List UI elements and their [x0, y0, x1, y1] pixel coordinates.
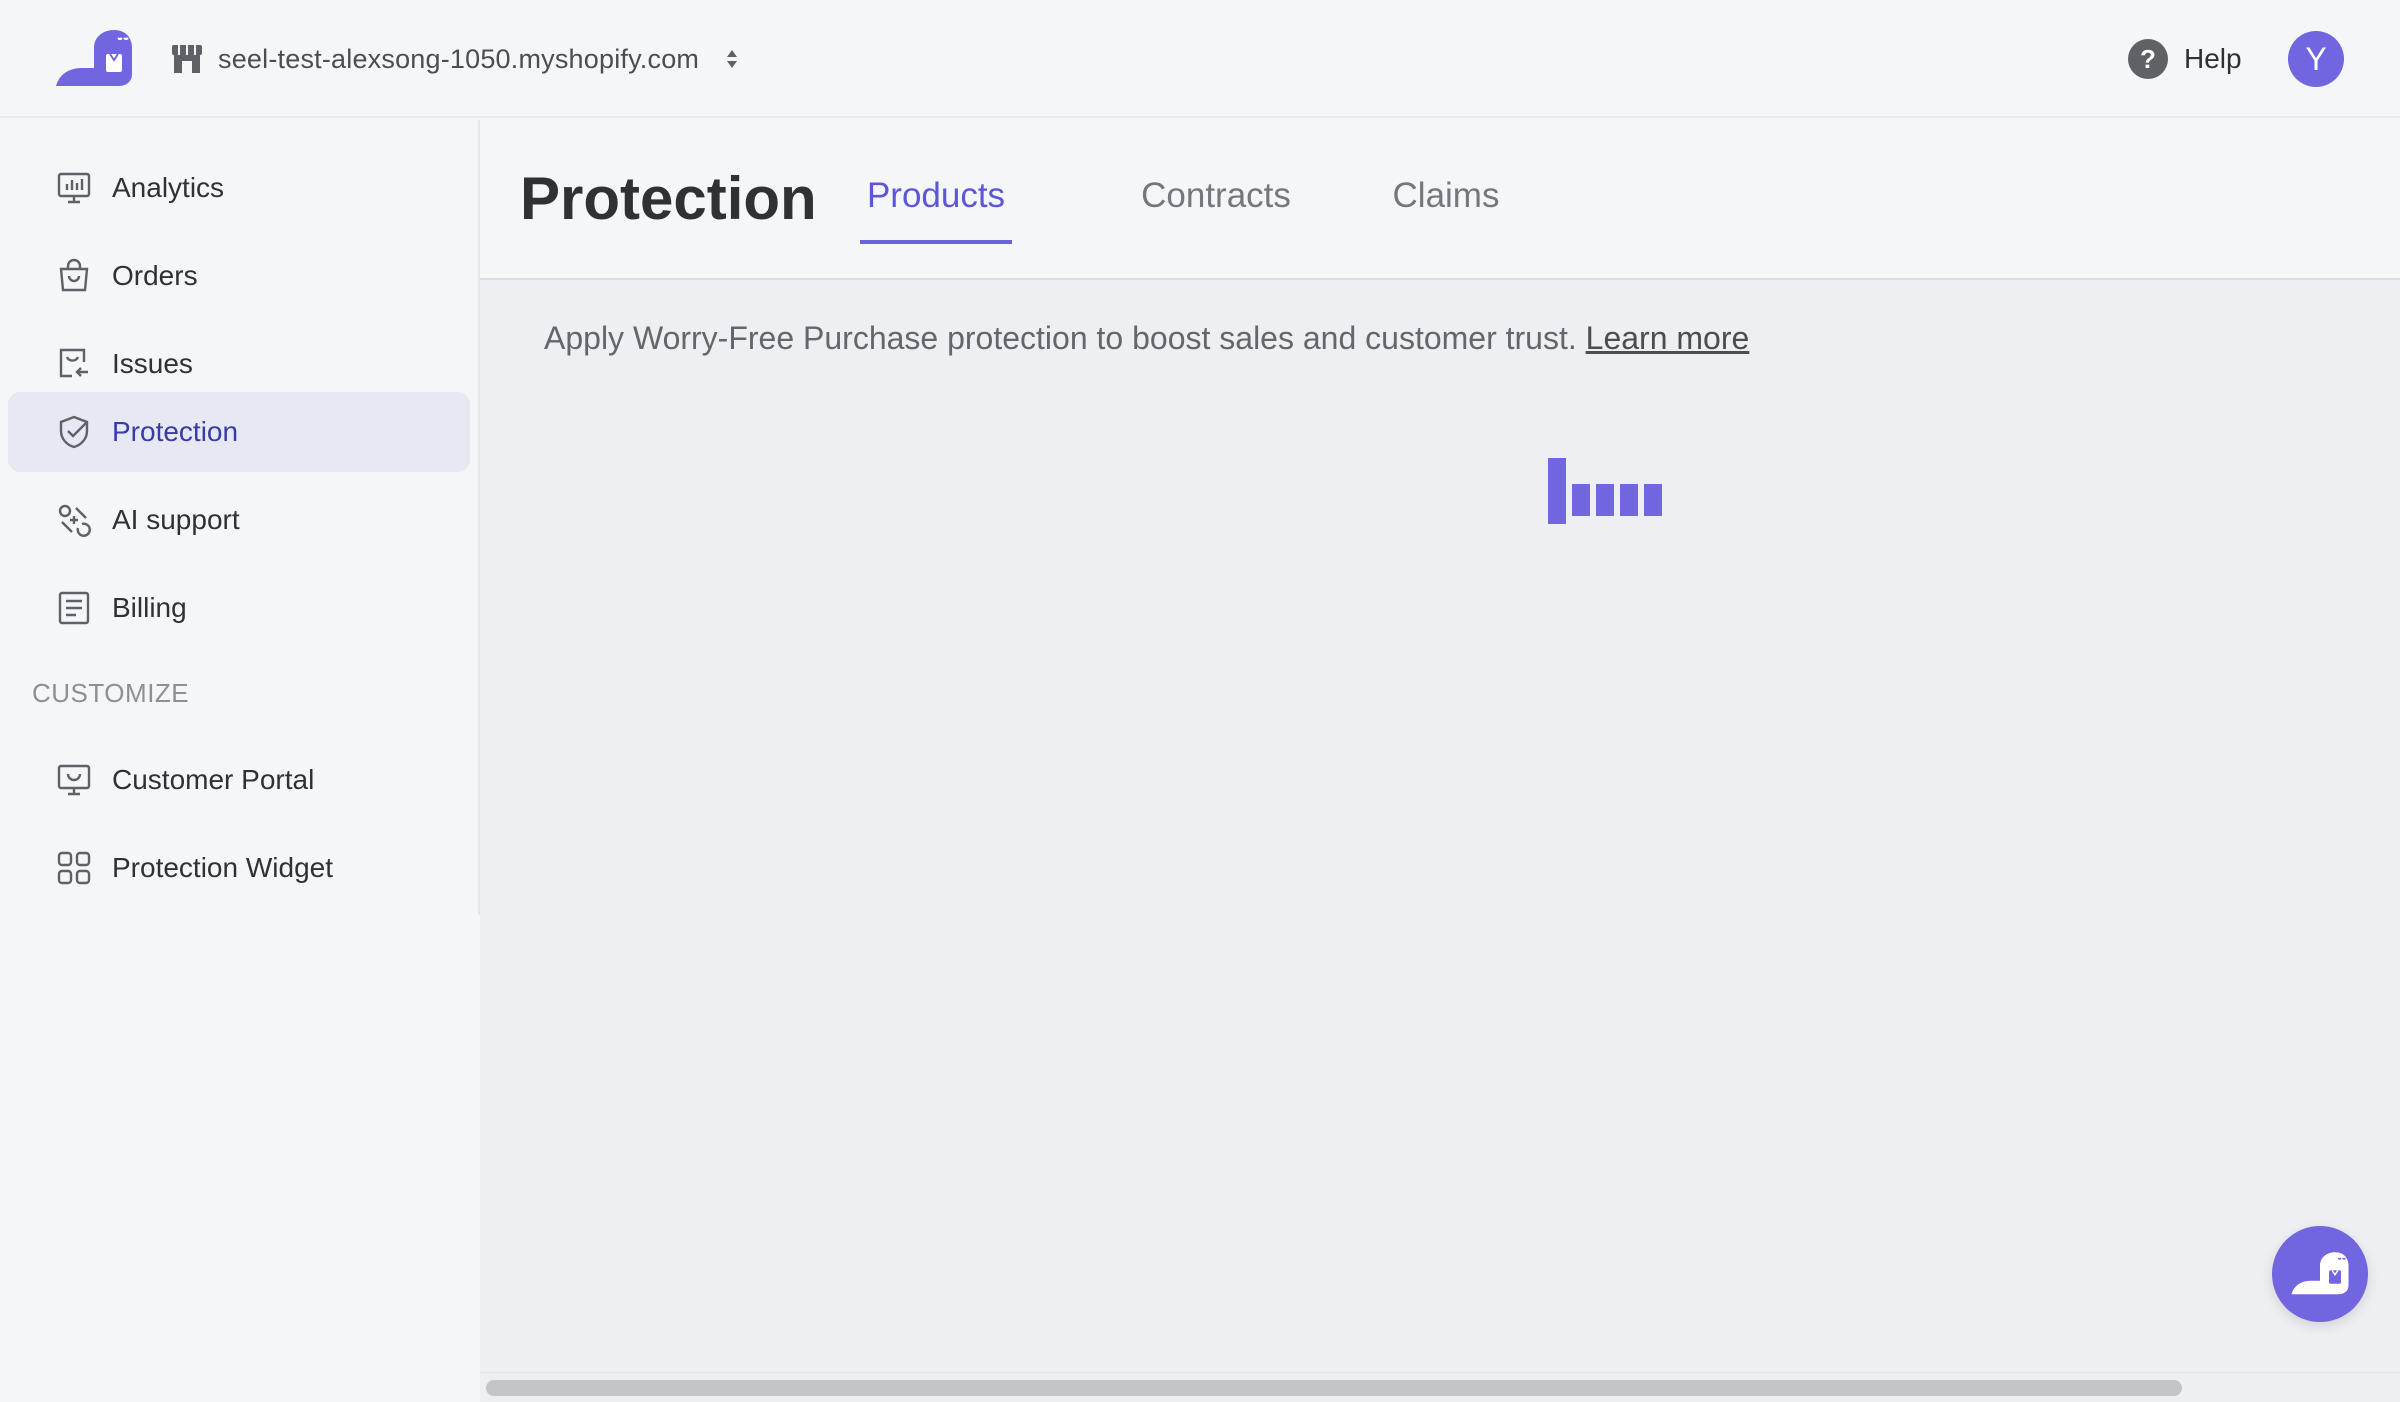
sidebar: Analytics Orders Issues Protection AI su… [0, 120, 478, 1402]
billing-icon [54, 588, 94, 628]
sidebar-item-protection[interactable]: Protection [8, 392, 470, 472]
loading-spinner [1548, 458, 1664, 530]
sidebar-item-label: AI support [112, 504, 240, 535]
tab-contracts[interactable]: Contracts [1134, 176, 1298, 244]
sidebar-item-label: Orders [112, 260, 198, 291]
seel-logo-icon[interactable] [54, 28, 134, 90]
help-label: Help [2184, 43, 2242, 74]
main-content: Protection Products Contracts Claims App… [480, 120, 2400, 1402]
ai-support-icon [54, 500, 94, 540]
scrollbar-thumb[interactable] [486, 1380, 2182, 1396]
chevron-up-down-icon [721, 44, 743, 74]
shield-check-icon [54, 412, 94, 452]
loading-bar [1644, 484, 1662, 516]
question-mark-icon: ? [2128, 39, 2168, 79]
page-title: Protection [520, 165, 817, 232]
store-icon [170, 42, 204, 76]
sidebar-item-orders[interactable]: Orders [8, 236, 470, 316]
learn-more-link[interactable]: Learn more [1586, 320, 1750, 356]
sidebar-item-label: Customer Portal [112, 764, 315, 795]
sidebar-item-billing[interactable]: Billing [8, 568, 470, 648]
sidebar-item-label: Issues [112, 348, 193, 379]
info-description: Apply Worry-Free Purchase protection to … [544, 320, 1749, 357]
monitor-icon [54, 760, 94, 800]
store-switcher[interactable]: seel-test-alexsong-1050.myshopify.com [170, 38, 743, 80]
tab-claims[interactable]: Claims [1386, 176, 1506, 244]
loading-bar [1620, 484, 1638, 516]
sidebar-item-label: Billing [112, 592, 187, 623]
sidebar-item-customer-portal[interactable]: Customer Portal [8, 740, 470, 820]
tab-products[interactable]: Products [860, 176, 1012, 244]
shopping-bag-icon [54, 256, 94, 296]
loading-bar [1548, 458, 1566, 524]
issues-icon [54, 344, 94, 384]
sidebar-item-label: Analytics [112, 172, 225, 203]
avatar[interactable]: Y [2288, 31, 2344, 87]
section-label-customize: CUSTOMIZE [32, 678, 190, 708]
top-bar: seel-test-alexsong-1050.myshopify.com ? … [0, 0, 2400, 118]
sidebar-item-protection-widget[interactable]: Protection Widget [8, 828, 470, 908]
loading-bar [1596, 484, 1614, 516]
loading-bar [1572, 484, 1590, 516]
sidebar-item-label: Protection Widget [112, 852, 333, 883]
grid-icon [54, 848, 94, 888]
sidebar-item-ai-support[interactable]: AI support [8, 480, 470, 560]
store-name: seel-test-alexsong-1050.myshopify.com [218, 43, 700, 74]
help-button[interactable]: ? Help [2128, 38, 2242, 80]
seel-mascot-icon [2291, 1252, 2349, 1295]
chat-launcher-button[interactable] [2272, 1226, 2368, 1322]
sidebar-item-analytics[interactable]: Analytics [8, 148, 470, 228]
info-text: Apply Worry-Free Purchase protection to … [544, 320, 1577, 356]
page-header: Protection Products Contracts Claims [480, 120, 2400, 280]
sidebar-item-label: Protection [112, 416, 239, 447]
analytics-icon [54, 168, 94, 208]
